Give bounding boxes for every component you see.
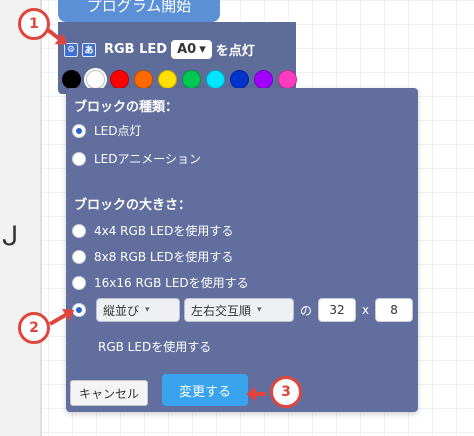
color-swatch[interactable] [110,70,129,89]
port-dropdown[interactable]: A0 ▾ [171,40,212,59]
rgb-led-label: RGB LED [104,42,168,57]
size-option-label: 16x16 RGB LEDを使用する [94,276,249,290]
custom-size-suffix: RGB LEDを使用する [98,340,212,354]
chevron-down-icon: ▾ [199,42,206,57]
hiragana-icon[interactable]: あ [82,42,96,57]
order-value: 左右交互順 [191,303,252,318]
color-swatch[interactable] [62,70,81,89]
cancel-button-label: キャンセル [79,386,140,401]
callout-3: 3 [270,376,302,408]
rgb-led-block[interactable]: ⚙ あ RGB LED A0 ▾ を点灯 [58,22,297,94]
connector-label: の [300,303,313,318]
turn-on-label: を点灯 [215,44,255,59]
radio-button[interactable] [72,223,86,238]
callout-arrow [252,392,266,396]
left-panel: ᒍ [0,0,42,436]
change-button[interactable]: 変更する [162,374,248,406]
color-swatch[interactable] [86,70,105,89]
change-button-label: 変更する [178,384,231,400]
times-label: x [362,303,370,317]
chevron-down-icon: ▾ [145,305,150,315]
left-panel-glyph: ᒍ [2,222,19,252]
color-swatch[interactable] [158,70,177,89]
radio-button[interactable] [72,275,86,290]
size-option-custom: 縦並び ▾ 左右交互順 ▾ の 32 x 8 [72,298,414,322]
port-value: A0 [177,42,197,57]
radio-button[interactable] [72,249,86,264]
block-size-title: ブロックの大きさ： [74,198,192,213]
size-option-label: 4x4 RGB LEDを使用する [94,224,234,238]
hat-block[interactable]: プログラム開始 [58,0,220,22]
cancel-button[interactable]: キャンセル [70,380,149,406]
size-option-8x8[interactable]: 8x8 RGB LEDを使用する [72,248,233,265]
size-option-label: 8x8 RGB LEDを使用する [94,250,234,264]
size-option-16x16[interactable]: 16x16 RGB LEDを使用する [72,274,249,291]
type-option-led-on[interactable]: LED点灯 [72,122,142,139]
hat-block-label: プログラム開始 [86,0,192,15]
size-option-4x4[interactable]: 4x4 RGB LEDを使用する [72,222,233,239]
block-type-title: ブロックの種類： [74,100,179,115]
callout-2: 2 [18,312,50,344]
color-swatch[interactable] [278,70,297,89]
orientation-select[interactable]: 縦並び ▾ [96,298,180,322]
rgb-led-block-row: ⚙ あ RGB LED A0 ▾ を点灯 [64,40,255,59]
height-input[interactable]: 8 [375,298,414,322]
chevron-down-icon: ▾ [257,305,262,315]
color-palette [62,70,297,89]
callout-number: 1 [29,16,39,32]
color-swatch[interactable] [254,70,273,89]
radio-button[interactable] [72,151,86,166]
radio-button[interactable] [72,123,86,138]
color-swatch[interactable] [182,70,201,89]
order-select[interactable]: 左右交互順 ▾ [184,298,294,322]
color-swatch[interactable] [134,70,153,89]
color-swatch[interactable] [206,70,225,89]
type-option-label: LEDアニメーション [94,152,202,166]
callout-number: 3 [281,384,291,400]
callout-number: 2 [29,320,39,336]
orientation-value: 縦並び [103,303,140,318]
callout-1: 1 [18,8,50,40]
type-option-label: LED点灯 [94,124,142,138]
color-swatch[interactable] [230,70,249,89]
width-input[interactable]: 32 [318,298,357,322]
block-settings-dialog: ブロックの種類： LED点灯 LEDアニメーション ブロックの大きさ： 4x4 … [66,88,418,412]
type-option-led-animation[interactable]: LEDアニメーション [72,150,201,167]
